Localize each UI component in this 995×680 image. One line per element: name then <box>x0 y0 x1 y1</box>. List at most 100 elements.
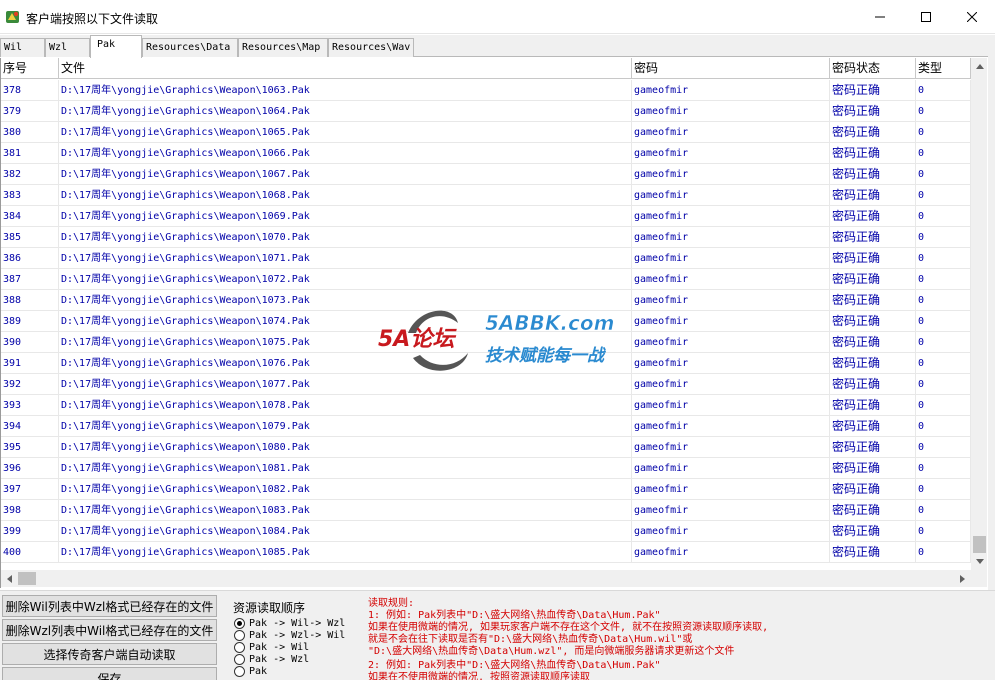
cell-password[interactable]: gameofmir <box>632 227 830 248</box>
table-row[interactable]: 390 D:\17周年\yongjie\Graphics\Weapon\1075.… <box>1 332 971 353</box>
cell-type[interactable]: 0 <box>916 416 971 437</box>
cell-index[interactable]: 397 <box>1 479 59 500</box>
cell-type[interactable]: 0 <box>916 542 971 563</box>
cell-password-status[interactable]: 密码正确 <box>830 500 916 521</box>
cell-type[interactable]: 0 <box>916 143 971 164</box>
close-button[interactable] <box>949 0 995 34</box>
cell-password[interactable]: gameofmir <box>632 206 830 227</box>
cell-file[interactable]: D:\17周年\yongjie\Graphics\Weapon\1075.Pak <box>59 332 632 353</box>
cell-password-status[interactable]: 密码正确 <box>830 122 916 143</box>
cell-type[interactable]: 0 <box>916 290 971 311</box>
cell-password-status[interactable]: 密码正确 <box>830 185 916 206</box>
table-row[interactable]: 400 D:\17周年\yongjie\Graphics\Weapon\1085.… <box>1 542 971 563</box>
scroll-down-button[interactable] <box>971 553 987 570</box>
table-row[interactable]: 385 D:\17周年\yongjie\Graphics\Weapon\1070.… <box>1 227 971 248</box>
cell-password[interactable]: gameofmir <box>632 248 830 269</box>
cell-password-status[interactable]: 密码正确 <box>830 227 916 248</box>
cell-password[interactable]: gameofmir <box>632 542 830 563</box>
cell-file[interactable]: D:\17周年\yongjie\Graphics\Weapon\1065.Pak <box>59 122 632 143</box>
table-row[interactable]: 386 D:\17周年\yongjie\Graphics\Weapon\1071.… <box>1 248 971 269</box>
cell-password-status[interactable]: 密码正确 <box>830 416 916 437</box>
table-row[interactable]: 384 D:\17周年\yongjie\Graphics\Weapon\1069.… <box>1 206 971 227</box>
cell-index[interactable]: 389 <box>1 311 59 332</box>
table-row[interactable]: 396 D:\17周年\yongjie\Graphics\Weapon\1081.… <box>1 458 971 479</box>
tab-wil[interactable]: Wil <box>0 38 45 57</box>
cell-password[interactable]: gameofmir <box>632 101 830 122</box>
table-row[interactable]: 383 D:\17周年\yongjie\Graphics\Weapon\1068.… <box>1 185 971 206</box>
cell-password-status[interactable]: 密码正确 <box>830 248 916 269</box>
cell-password[interactable]: gameofmir <box>632 458 830 479</box>
cell-password[interactable]: gameofmir <box>632 332 830 353</box>
cell-password[interactable]: gameofmir <box>632 80 830 101</box>
table-row[interactable]: 397 D:\17周年\yongjie\Graphics\Weapon\1082.… <box>1 479 971 500</box>
cell-type[interactable]: 0 <box>916 206 971 227</box>
cell-password-status[interactable]: 密码正确 <box>830 458 916 479</box>
table-row[interactable]: 391 D:\17周年\yongjie\Graphics\Weapon\1076.… <box>1 353 971 374</box>
table-row[interactable]: 393 D:\17周年\yongjie\Graphics\Weapon\1078.… <box>1 395 971 416</box>
cell-type[interactable]: 0 <box>916 101 971 122</box>
cell-index[interactable]: 384 <box>1 206 59 227</box>
cell-type[interactable]: 0 <box>916 269 971 290</box>
cell-index[interactable]: 385 <box>1 227 59 248</box>
tab-pak[interactable]: Pak <box>90 35 142 58</box>
cell-index[interactable]: 400 <box>1 542 59 563</box>
read-order-option-3[interactable]: Pak -> Wil <box>234 641 309 653</box>
cell-type[interactable]: 0 <box>916 437 971 458</box>
cell-type[interactable]: 0 <box>916 353 971 374</box>
cell-password[interactable]: gameofmir <box>632 437 830 458</box>
cell-password-status[interactable]: 密码正确 <box>830 332 916 353</box>
cell-type[interactable]: 0 <box>916 521 971 542</box>
cell-password-status[interactable]: 密码正确 <box>830 164 916 185</box>
file-grid[interactable]: 序号 文件 密码 密码状态 类型 378 D:\17周年\yongjie\Grap… <box>0 58 987 588</box>
cell-index[interactable]: 380 <box>1 122 59 143</box>
tab-resources-wav[interactable]: Resources\Wav <box>328 38 414 57</box>
column-header-password-status[interactable]: 密码状态 <box>830 58 916 79</box>
table-row[interactable]: 398 D:\17周年\yongjie\Graphics\Weapon\1083.… <box>1 500 971 521</box>
cell-password-status[interactable]: 密码正确 <box>830 101 916 122</box>
table-row[interactable]: 379 D:\17周年\yongjie\Graphics\Weapon\1064.… <box>1 101 971 122</box>
cell-password-status[interactable]: 密码正确 <box>830 206 916 227</box>
cell-file[interactable]: D:\17周年\yongjie\Graphics\Weapon\1080.Pak <box>59 437 632 458</box>
horizontal-scroll-thumb[interactable] <box>18 572 36 585</box>
cell-index[interactable]: 394 <box>1 416 59 437</box>
cell-password[interactable]: gameofmir <box>632 395 830 416</box>
cell-password[interactable]: gameofmir <box>632 479 830 500</box>
cell-type[interactable]: 0 <box>916 122 971 143</box>
delete-wzl-duplicates-button[interactable]: 删除Wzl列表中Wil格式已经存在的文件 <box>2 619 217 641</box>
cell-index[interactable]: 386 <box>1 248 59 269</box>
cell-password[interactable]: gameofmir <box>632 185 830 206</box>
table-row[interactable]: 382 D:\17周年\yongjie\Graphics\Weapon\1067.… <box>1 164 971 185</box>
cell-password[interactable]: gameofmir <box>632 416 830 437</box>
vertical-scrollbar[interactable] <box>971 58 987 570</box>
table-row[interactable]: 380 D:\17周年\yongjie\Graphics\Weapon\1065.… <box>1 122 971 143</box>
auto-read-client-button[interactable]: 选择传奇客户端自动读取 <box>2 643 217 665</box>
cell-type[interactable]: 0 <box>916 500 971 521</box>
cell-file[interactable]: D:\17周年\yongjie\Graphics\Weapon\1073.Pak <box>59 290 632 311</box>
table-row[interactable]: 387 D:\17周年\yongjie\Graphics\Weapon\1072.… <box>1 269 971 290</box>
cell-file[interactable]: D:\17周年\yongjie\Graphics\Weapon\1067.Pak <box>59 164 632 185</box>
table-row[interactable]: 389 D:\17周年\yongjie\Graphics\Weapon\1074.… <box>1 311 971 332</box>
cell-file[interactable]: D:\17周年\yongjie\Graphics\Weapon\1063.Pak <box>59 80 632 101</box>
cell-type[interactable]: 0 <box>916 185 971 206</box>
cell-type[interactable]: 0 <box>916 311 971 332</box>
cell-file[interactable]: D:\17周年\yongjie\Graphics\Weapon\1085.Pak <box>59 542 632 563</box>
cell-index[interactable]: 378 <box>1 80 59 101</box>
save-button[interactable]: 保存 <box>2 667 217 680</box>
cell-file[interactable]: D:\17周年\yongjie\Graphics\Weapon\1082.Pak <box>59 479 632 500</box>
cell-index[interactable]: 379 <box>1 101 59 122</box>
cell-index[interactable]: 387 <box>1 269 59 290</box>
cell-index[interactable]: 383 <box>1 185 59 206</box>
cell-password-status[interactable]: 密码正确 <box>830 290 916 311</box>
cell-password[interactable]: gameofmir <box>632 143 830 164</box>
read-order-option-1[interactable]: Pak -> Wil-> Wzl <box>234 617 345 629</box>
cell-password-status[interactable]: 密码正确 <box>830 437 916 458</box>
cell-file[interactable]: D:\17周年\yongjie\Graphics\Weapon\1064.Pak <box>59 101 632 122</box>
column-header-type[interactable]: 类型 <box>916 58 971 79</box>
cell-file[interactable]: D:\17周年\yongjie\Graphics\Weapon\1084.Pak <box>59 521 632 542</box>
table-row[interactable]: 388 D:\17周年\yongjie\Graphics\Weapon\1073.… <box>1 290 971 311</box>
scroll-up-button[interactable] <box>971 58 987 75</box>
read-order-option-5[interactable]: Pak <box>234 665 267 677</box>
cell-password[interactable]: gameofmir <box>632 269 830 290</box>
cell-index[interactable]: 390 <box>1 332 59 353</box>
cell-index[interactable]: 398 <box>1 500 59 521</box>
